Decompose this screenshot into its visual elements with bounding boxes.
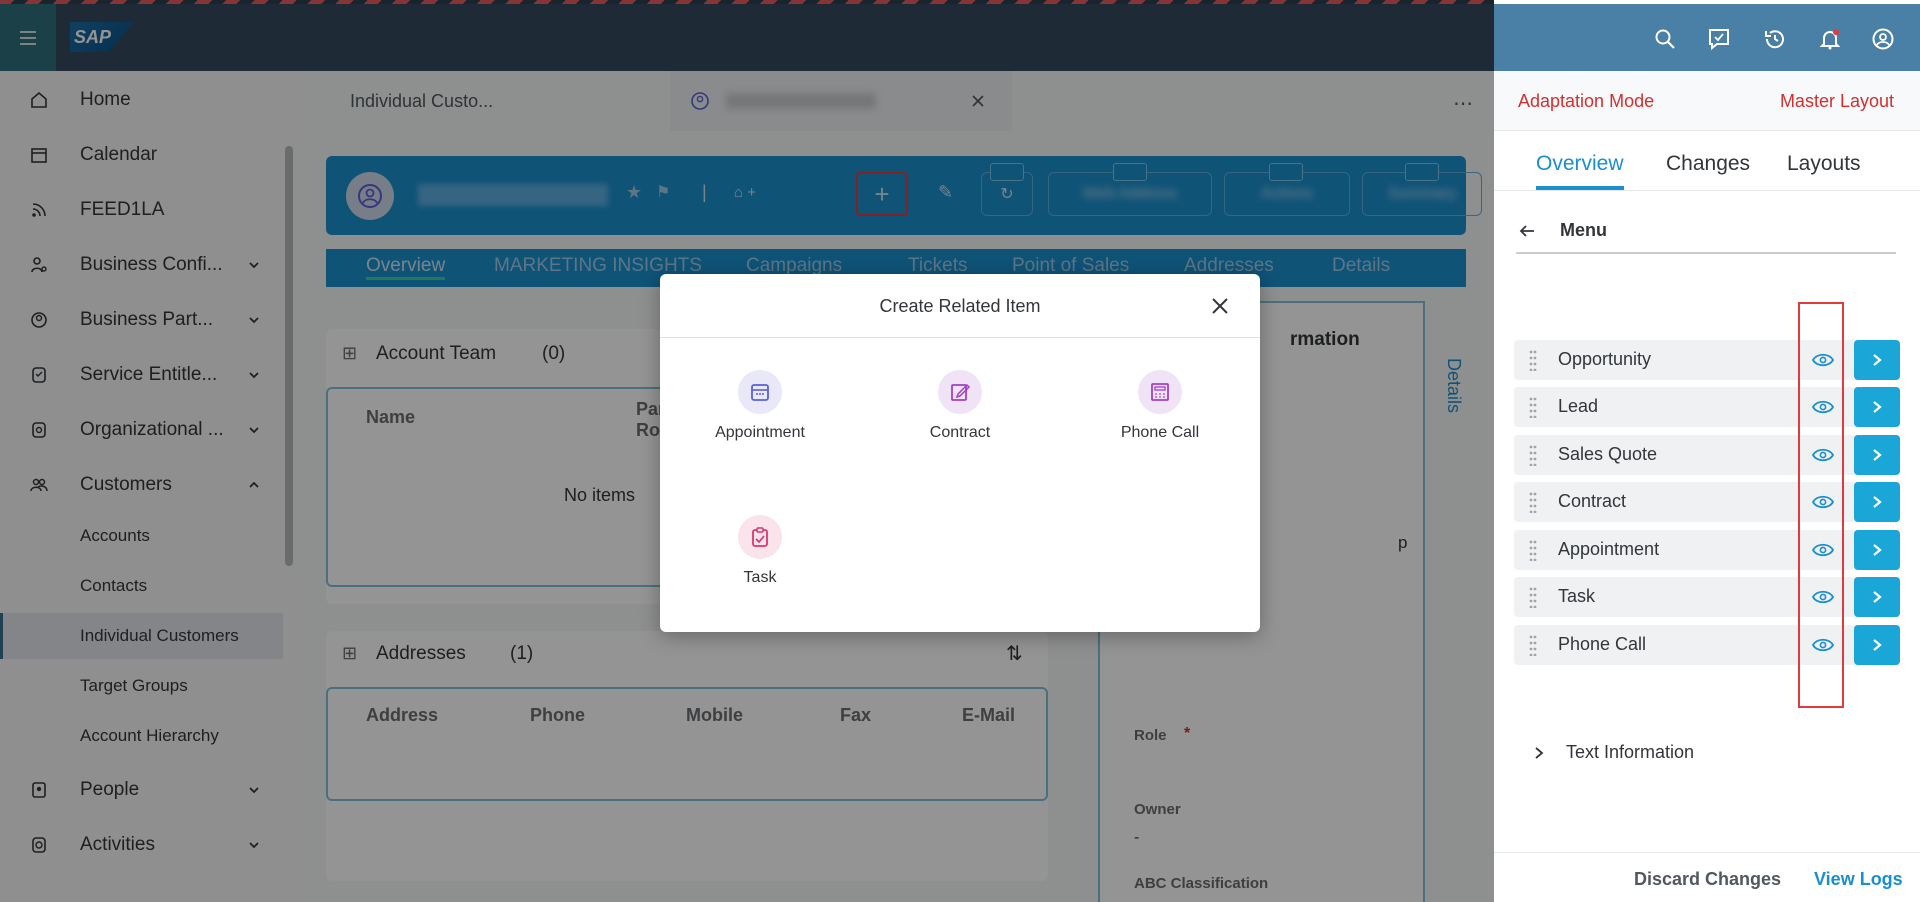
menu-item-label: Task [1558,586,1596,606]
drag-handle-icon[interactable] [1528,586,1538,608]
search-icon[interactable] [1652,26,1678,52]
chevron-right-icon [1873,401,1882,413]
divider [1494,190,1920,191]
navigate-button[interactable] [1854,530,1900,570]
navigate-button[interactable] [1854,625,1900,665]
drag-handle-icon[interactable] [1528,539,1538,561]
drag-handle-icon[interactable] [1528,444,1538,466]
drag-handle-icon[interactable] [1528,491,1538,513]
appointment-icon [738,370,782,414]
adaptation-footer: Discard Changes View Logs [1494,852,1920,902]
option-label: Contract [929,424,991,441]
adaptation-mode-label: Adaptation Mode [1518,91,1655,111]
close-icon[interactable] [1208,294,1232,318]
master-layout-link[interactable]: Master Layout [1780,91,1894,112]
user-profile-icon[interactable] [1870,26,1896,52]
dialog-header: Create Related Item [660,274,1260,338]
navigate-button[interactable] [1854,435,1900,475]
discard-changes-button[interactable]: Discard Changes [1634,869,1781,890]
tab-overview[interactable]: Overview [1536,152,1624,176]
navigate-button[interactable] [1854,387,1900,427]
adaptation-shell-bar [1494,4,1920,71]
menu-item-label: Lead [1558,396,1599,416]
option-label: Appointment [715,424,805,441]
drag-handle-icon[interactable] [1528,349,1538,371]
menu-item-label: Opportunity [1558,349,1652,369]
chevron-right-icon [1873,591,1882,603]
appointment-option[interactable]: Appointment [690,370,830,470]
feedback-icon[interactable] [1706,26,1732,52]
menu-back-header[interactable]: Menu [1516,214,1896,254]
adaptation-mode-bar: Adaptation Mode Master Layout [1494,71,1920,131]
tab-layouts[interactable]: Layouts [1787,152,1861,176]
option-label: Task [743,569,777,586]
view-logs-button[interactable]: View Logs [1814,869,1903,890]
menu-item-label: Appointment [1558,539,1660,559]
create-related-item-dialog: Create Related Item Appointment Contract… [660,274,1260,632]
navigate-button[interactable] [1854,577,1900,617]
phone-call-option[interactable]: Phone Call [1090,370,1230,470]
navigate-button[interactable] [1854,482,1900,522]
highlight-box [1798,302,1844,708]
chevron-right-icon [1873,354,1882,366]
chevron-right-icon [1535,747,1544,759]
history-icon[interactable] [1762,26,1788,52]
menu-item-label: Phone Call [1558,634,1647,654]
chevron-right-icon [1873,449,1882,461]
chevron-right-icon [1873,639,1882,651]
drag-handle-icon[interactable] [1528,396,1538,418]
back-arrow-icon[interactable] [1518,222,1536,240]
dialog-title: Create Related Item [879,296,1041,316]
notifications-icon[interactable] [1817,26,1843,52]
menu-title: Menu [1560,220,1607,240]
adaptation-panel: Adaptation Mode Master Layout Overview C… [1494,0,1920,902]
text-information-label: Text Information [1566,742,1695,762]
task-option[interactable]: Task [690,515,830,615]
tab-changes[interactable]: Changes [1666,152,1750,176]
chevron-right-icon [1873,496,1882,508]
menu-item-label: Sales Quote [1558,444,1658,464]
contract-icon [938,370,982,414]
drag-handle-icon[interactable] [1528,634,1538,656]
menu-item-label: Contract [1558,491,1627,511]
phone-call-icon [1138,370,1182,414]
contract-option[interactable]: Contract [890,370,1030,470]
task-icon [738,515,782,559]
option-label: Phone Call [1120,424,1200,441]
navigate-button[interactable] [1854,340,1900,380]
chevron-right-icon [1873,544,1882,556]
